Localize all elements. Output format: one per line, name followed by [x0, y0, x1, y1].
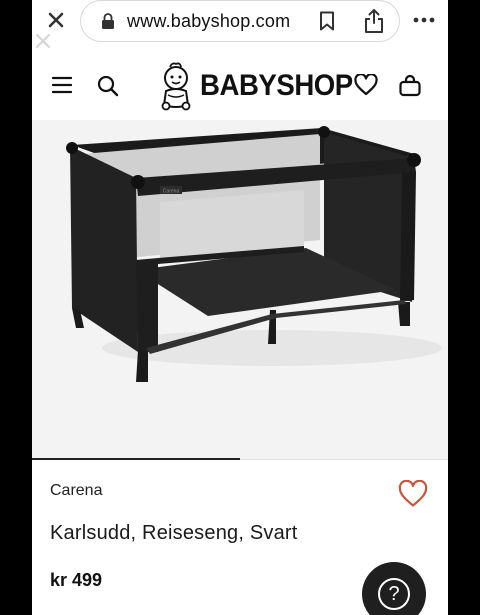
- baby-logo-icon: [161, 62, 191, 111]
- cot-label-text: Carena: [163, 189, 180, 195]
- close-icon[interactable]: [44, 8, 68, 32]
- product-title: Karlsudd, Reiseseng, Svart: [50, 522, 298, 544]
- menu-icon[interactable]: [51, 76, 73, 94]
- more-icon[interactable]: [412, 12, 436, 28]
- screen: www.babyshop.com BABYSHOP Carena Carena …: [32, 0, 448, 615]
- help-button[interactable]: ?: [362, 562, 426, 615]
- wishlist-heart-icon[interactable]: [398, 479, 428, 508]
- product-brand[interactable]: Carena: [50, 482, 102, 500]
- ghost-close-icon: [34, 32, 52, 50]
- bookmark-icon[interactable]: [319, 11, 335, 31]
- gallery-indicator: [32, 458, 240, 460]
- browser-toolbar: www.babyshop.com: [32, 0, 448, 48]
- heart-icon[interactable]: [354, 73, 378, 96]
- site-header: BABYSHOP: [32, 52, 448, 120]
- product-image[interactable]: Carena: [32, 120, 448, 460]
- bag-icon[interactable]: [398, 74, 422, 98]
- address-bar[interactable]: www.babyshop.com: [80, 0, 400, 42]
- travel-cot-image: Carena: [66, 126, 442, 382]
- lock-icon: [101, 12, 115, 30]
- search-icon[interactable]: [96, 74, 120, 98]
- babyshop-logo[interactable]: BABYSHOP: [158, 60, 366, 112]
- url-text: www.babyshop.com: [127, 11, 291, 31]
- product-price: kr 499: [50, 570, 103, 590]
- question-icon: ?: [378, 578, 410, 610]
- logo-text: BABYSHOP: [200, 69, 353, 102]
- share-icon[interactable]: [363, 8, 385, 34]
